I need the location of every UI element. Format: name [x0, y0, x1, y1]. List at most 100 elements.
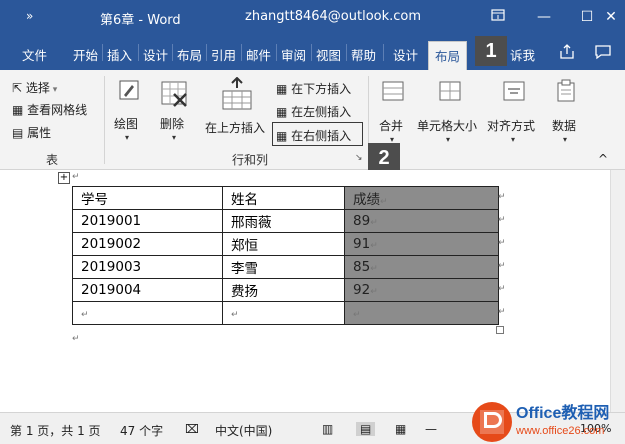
tab-help[interactable]: 帮助	[351, 45, 376, 64]
table-cell[interactable]: 2019003	[72, 255, 223, 279]
insert-below-label: 在下方插入	[291, 82, 352, 96]
view-gridlines-button[interactable]: ▦ 查看网格线	[12, 101, 87, 118]
account-name[interactable]: zhangtt8464@outlook.com	[245, 9, 421, 24]
document-title: 第6章 - Word	[100, 13, 181, 28]
delete-button[interactable]: 删除 ▾	[153, 74, 195, 148]
insert-above-icon	[222, 77, 252, 110]
share-button[interactable]	[558, 43, 576, 64]
row-end-mark: ↵	[498, 284, 506, 294]
title-bar: » 第6章 - Word zhangtt8464@outlook.com — ☐…	[0, 0, 625, 36]
tab-insert[interactable]: 插入	[107, 45, 132, 64]
header-score: 成绩	[353, 192, 380, 208]
quick-access-toolbar[interactable]: »	[26, 9, 33, 23]
collapse-ribbon-button[interactable]: ^	[598, 152, 608, 166]
table-cell[interactable]: ↵	[72, 301, 223, 325]
table-cell[interactable]: 费扬	[222, 278, 345, 302]
ribbon-display-icon	[491, 9, 505, 21]
alignment-button[interactable]: 对齐方式 ▾	[484, 74, 542, 148]
properties-label: 属性	[27, 126, 52, 140]
row-end-mark: ↵	[498, 261, 506, 271]
select-button[interactable]: ⇱ 选择 ▾	[12, 79, 57, 96]
group-label-table: 表	[46, 153, 59, 167]
minimize-button[interactable]: —	[530, 6, 558, 28]
zoom-out-button[interactable]: —	[425, 422, 437, 436]
table-cell[interactable]: 学号	[72, 186, 223, 210]
insert-above-button[interactable]: 在上方插入	[203, 74, 269, 148]
table-cell[interactable]: 姓名	[222, 186, 345, 210]
merge-button[interactable]: 合并 ▾	[372, 74, 412, 148]
cell-size-icon	[439, 81, 461, 101]
tab-table-design[interactable]: 设计	[393, 45, 418, 64]
close-button[interactable]: ✕	[597, 6, 625, 28]
rows-columns-dialog-launcher[interactable]: ↘	[355, 153, 363, 163]
tab-design[interactable]: 设计	[143, 45, 168, 64]
tab-layout[interactable]: 布局	[177, 45, 202, 64]
word-count[interactable]: 47 个字	[120, 422, 163, 439]
table-cell-selected[interactable]: 成绩↵	[344, 186, 499, 210]
tab-view[interactable]: 视图	[316, 45, 341, 64]
table-cell-selected[interactable]: 85↵	[344, 255, 499, 279]
table-cell[interactable]: 2019002	[72, 232, 223, 256]
tab-mailings[interactable]: 邮件	[246, 45, 271, 64]
vertical-scrollbar[interactable]	[610, 170, 625, 412]
cell-mark: ↵	[81, 310, 89, 320]
print-layout-icon[interactable]: ▤	[356, 422, 376, 436]
table-move-handle[interactable]: +	[58, 172, 70, 184]
insert-below-icon: ▦	[276, 82, 288, 96]
table-row: 2019002 郑恒 91↵	[72, 232, 499, 256]
table-row: ↵ ↵ ↵	[72, 301, 499, 325]
cell-value: 2019001	[81, 213, 142, 229]
merge-label: 合并	[379, 119, 404, 133]
table-cell-selected[interactable]: 91↵	[344, 232, 499, 256]
tab-review[interactable]: 审阅	[281, 45, 306, 64]
comments-button[interactable]	[594, 43, 612, 64]
draw-button[interactable]: 绘图 ▾	[108, 74, 148, 148]
page-count[interactable]: 第 1 页，共 1 页	[10, 422, 101, 439]
tab-home[interactable]: 开始	[73, 45, 98, 64]
data-label: 数据	[552, 119, 577, 133]
web-layout-icon[interactable]: ▦	[395, 422, 406, 436]
cell-value: 郑恒	[231, 238, 258, 254]
score-table[interactable]: 学号 姓名 成绩↵ 2019001 邢雨薇 89↵ 2019002 郑恒 91↵…	[72, 186, 499, 325]
cell-size-button[interactable]: 单元格大小 ▾	[414, 74, 484, 148]
draw-label: 绘图	[114, 117, 139, 131]
insert-left-button[interactable]: ▦ 在左侧插入	[276, 103, 351, 120]
tab-file[interactable]: 文件	[22, 45, 47, 64]
table-cell-selected[interactable]: ↵	[344, 301, 499, 325]
ribbon-tabs: 文件 开始 插入 设计 布局 引用 邮件 审阅 视图 帮助 设计 布局 诉我	[0, 36, 625, 70]
read-mode-icon[interactable]: ▥	[322, 422, 333, 436]
share-icon	[560, 44, 574, 59]
table-resize-handle[interactable]	[496, 326, 504, 334]
data-button[interactable]: 数据 ▾	[545, 74, 585, 148]
tab-references[interactable]: 引用	[211, 45, 236, 64]
table-row: 2019004 费扬 92↵	[72, 278, 499, 302]
table-cell[interactable]: 李雪	[222, 255, 345, 279]
insert-below-button[interactable]: ▦ 在下方插入	[276, 80, 351, 97]
table-cell[interactable]: 邢雨薇	[222, 209, 345, 233]
chevron-down-icon: ▾	[446, 135, 451, 144]
tab-table-layout[interactable]: 布局	[428, 41, 468, 70]
table-cell-selected[interactable]: 92↵	[344, 278, 499, 302]
group-label-rows-columns: 行和列	[232, 153, 269, 167]
table-cell[interactable]: 郑恒	[222, 232, 345, 256]
cell-value: 92	[353, 282, 371, 298]
cell-value: 89	[353, 213, 371, 229]
cell-mark: ↵	[370, 264, 378, 274]
table-cell[interactable]: ↵	[222, 301, 345, 325]
chevron-down-icon: ▾	[563, 135, 568, 144]
language-indicator[interactable]: 中文(中国)	[215, 422, 272, 439]
cursor-icon: ⇱	[12, 81, 23, 95]
table-row: 学号 姓名 成绩↵	[72, 186, 499, 210]
paragraph-mark: ↵	[72, 334, 80, 344]
ribbon-display-options-button[interactable]	[484, 6, 512, 28]
cell-mark: ↵	[380, 197, 388, 207]
row-end-mark: ↵	[498, 192, 506, 202]
table-cell[interactable]: 2019001	[72, 209, 223, 233]
table-cell[interactable]: 2019004	[72, 278, 223, 302]
paragraph-mark: ↵	[72, 172, 80, 182]
tell-me-box[interactable]: 诉我	[510, 45, 535, 64]
insert-above-label: 在上方插入	[205, 121, 266, 135]
proofing-icon[interactable]: ⌧	[185, 422, 199, 436]
properties-button[interactable]: ▤ 属性	[12, 124, 51, 141]
table-cell-selected[interactable]: 89↵	[344, 209, 499, 233]
